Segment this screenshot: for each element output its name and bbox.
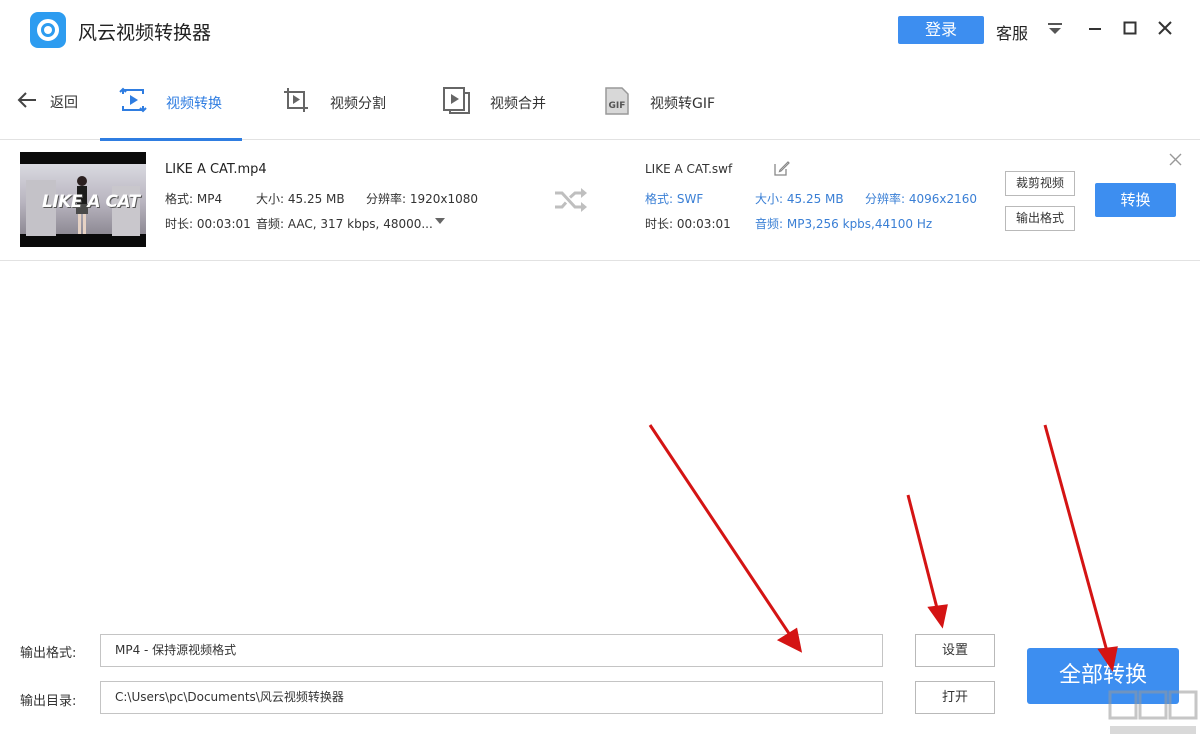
thumbnail-title: LIKE A CAT [42, 192, 140, 212]
source-resolution: 分辨率: 1920x1080 [366, 192, 479, 206]
back-label: 返回 [50, 95, 78, 111]
remove-file-icon[interactable] [1169, 153, 1182, 166]
audio-track-dropdown-icon[interactable] [435, 218, 445, 224]
convert-button[interactable]: 转换 [1095, 183, 1176, 217]
output-directory-label: 输出目录: [20, 694, 77, 709]
maximize-icon[interactable] [1120, 18, 1140, 38]
target-size: 大小: 45.25 MB [755, 192, 844, 206]
tab-video-convert-label: 视频转换 [166, 96, 222, 112]
tab-video-split-label: 视频分割 [330, 96, 386, 112]
settings-button[interactable]: 设置 [915, 634, 995, 667]
shuffle-icon [555, 188, 587, 212]
back-arrow-icon [17, 92, 36, 108]
target-file-name: LIKE A CAT.swf [645, 162, 733, 176]
target-duration: 时长: 00:03:01 [645, 217, 731, 231]
tab-video-convert[interactable]: 视频转换 [100, 60, 242, 141]
output-format-field[interactable]: MP4 - 保持源视频格式 [100, 634, 883, 667]
file-list-item: LIKE A CAT LIKE A CAT.mp4 格式: MP4 大小: 45… [0, 140, 1200, 261]
app-logo-icon [30, 12, 66, 48]
tab-video-merge-label: 视频合并 [490, 96, 546, 112]
login-button[interactable]: 登录 [898, 16, 984, 44]
tab-video-split[interactable]: 视频分割 [270, 60, 400, 140]
source-format: 格式: MP4 [165, 192, 223, 206]
annotation-arrowhead-settings [927, 604, 948, 629]
open-folder-button[interactable]: 打开 [915, 681, 995, 714]
crop-split-icon [284, 88, 308, 112]
tab-video-to-gif-label: 视频转GIF [650, 96, 716, 112]
title-bar: 风云视频转换器 登录 客服 [0, 0, 1200, 60]
minimize-icon[interactable] [1085, 18, 1105, 38]
target-audio: 音频: MP3,256 kpbs,44100 Hz [755, 217, 933, 231]
merge-icon [443, 87, 470, 114]
app-title: 风云视频转换器 [78, 22, 212, 44]
svg-text:GIF: GIF [609, 101, 626, 111]
target-resolution: 分辨率: 4096x2160 [865, 192, 978, 206]
output-directory-field[interactable]: C:\Users\pc\Documents\风云视频转换器 [100, 681, 883, 714]
gif-icon: GIF [605, 87, 629, 115]
target-format: 格式: SWF [645, 192, 704, 206]
close-window-icon[interactable] [1155, 18, 1175, 38]
tab-video-to-gif[interactable]: GIF 视频转GIF [590, 60, 730, 140]
annotation-arrow-format [648, 424, 794, 639]
source-duration: 时长: 00:03:01 [165, 217, 251, 231]
video-convert-icon [119, 87, 147, 113]
annotation-arrow-settings [906, 494, 940, 613]
dropdown-menu-icon[interactable] [1046, 22, 1064, 36]
app-window: 风云视频转换器 登录 客服 返回 视频转换 视频分割 视频合并 GIF 视频转G… [0, 0, 1200, 740]
output-format-button[interactable]: 输出格式 [1005, 206, 1075, 231]
video-thumbnail[interactable]: LIKE A CAT [20, 152, 146, 247]
watermark-logo [1108, 690, 1198, 734]
function-toolbar: 返回 视频转换 视频分割 视频合并 GIF 视频转GIF [0, 60, 1200, 141]
tab-video-merge[interactable]: 视频合并 [430, 60, 560, 140]
crop-video-button[interactable]: 裁剪视频 [1005, 171, 1075, 196]
customer-service-link[interactable]: 客服 [996, 20, 1028, 44]
edit-filename-icon[interactable] [773, 160, 790, 177]
source-audio: 音频: AAC, 317 kbps, 48000... [256, 217, 433, 231]
annotation-arrow-convert-all [1043, 424, 1110, 656]
output-format-label: 输出格式: [20, 646, 77, 661]
source-file-name: LIKE A CAT.mp4 [165, 162, 267, 177]
source-size: 大小: 45.25 MB [256, 192, 345, 206]
